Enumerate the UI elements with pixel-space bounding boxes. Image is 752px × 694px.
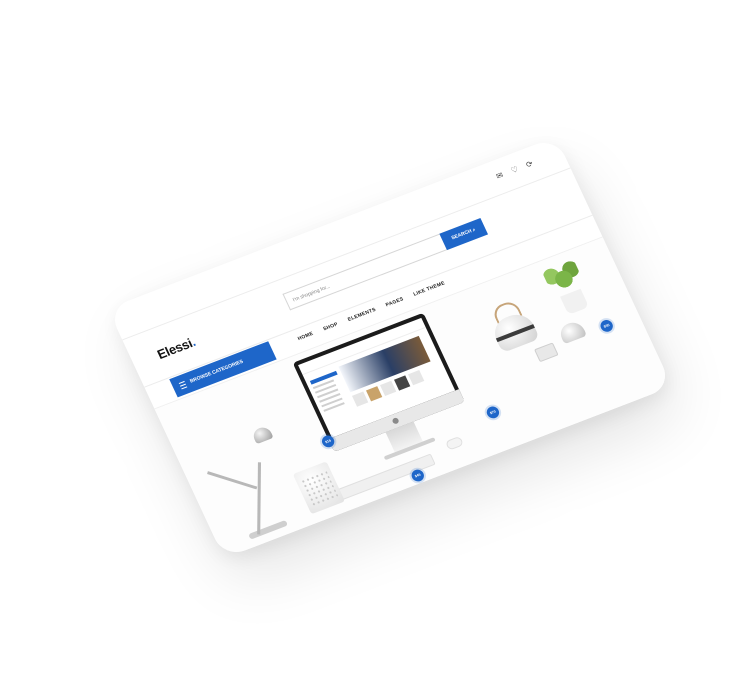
logo-text: Elessi xyxy=(154,335,195,362)
camera-image xyxy=(534,342,559,363)
mail-icon[interactable]: ✉ xyxy=(495,170,507,182)
desk-lamp-arm xyxy=(257,462,262,535)
nav-elements[interactable]: ELEMENTS xyxy=(347,307,377,323)
apple-logo-icon xyxy=(391,417,400,425)
nav-shop[interactable]: SHOP xyxy=(322,321,339,332)
desk-lamp-arm-upper xyxy=(207,471,258,490)
logo[interactable]: Elessi. xyxy=(155,334,198,362)
search-button-label: SEARCH xyxy=(450,228,473,242)
nav-like-theme[interactable]: LIKE THEME xyxy=(413,280,447,297)
desk-lamp-base xyxy=(248,519,289,540)
nav-pages[interactable]: PAGES xyxy=(385,296,405,308)
search-button[interactable]: SEARCH ⌕ xyxy=(439,217,489,251)
headphones-image xyxy=(556,319,587,345)
heart-icon[interactable]: ♡ xyxy=(510,164,522,176)
mouse-image xyxy=(444,435,465,451)
price-marker[interactable]: $55 xyxy=(598,318,615,334)
theme-preview-card: ✉ ♡ ⟳ Elessi. I'm shopping for... SEARCH… xyxy=(107,136,673,559)
desk-lamp-head xyxy=(250,424,274,445)
refresh-icon[interactable]: ⟳ xyxy=(524,158,536,170)
stage: ✉ ♡ ⟳ Elessi. I'm shopping for... SEARCH… xyxy=(0,0,752,694)
search-icon: ⌕ xyxy=(471,226,477,234)
menu-icon xyxy=(178,380,188,390)
price-marker[interactable]: $70 xyxy=(484,404,502,421)
top-icons: ✉ ♡ ⟳ xyxy=(495,158,537,181)
nav-home[interactable]: HOME xyxy=(297,331,315,342)
